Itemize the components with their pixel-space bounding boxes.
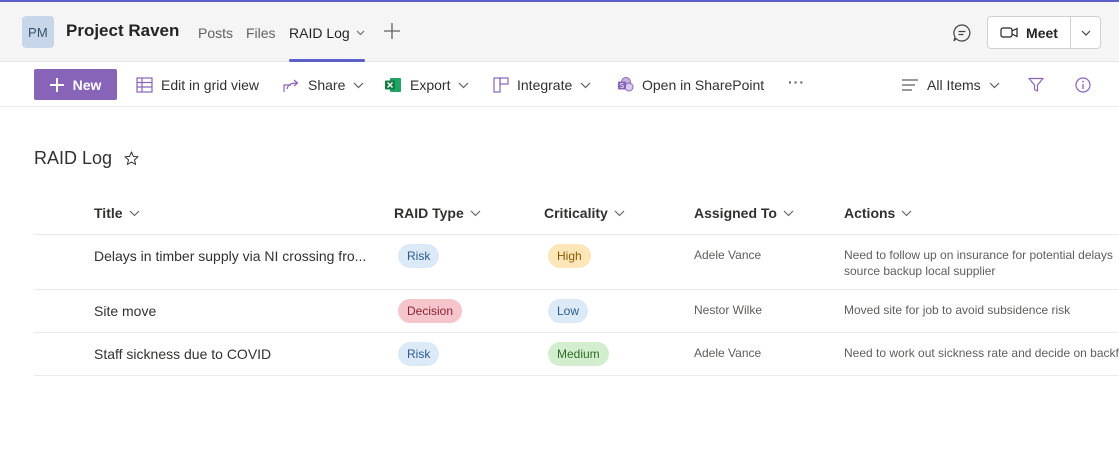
add-tab-icon[interactable] (383, 22, 401, 40)
chevron-down-icon (459, 82, 469, 88)
channel-header: PM Project Raven Posts Files RAID Log Me… (0, 2, 1119, 62)
cell-assigned-to: Nestor Wilke (694, 303, 763, 317)
export-label: Export (410, 77, 451, 93)
chevron-down-icon (580, 82, 591, 88)
cell-assigned-to: Adele Vance (694, 346, 762, 360)
cell-title[interactable]: Site move (94, 303, 156, 319)
star-icon[interactable] (124, 151, 139, 166)
chevron-down-icon (614, 210, 625, 216)
criticality-pill: Low (548, 299, 589, 323)
chevron-down-icon (989, 82, 1000, 88)
chevron-down-icon (783, 210, 794, 216)
open-sharepoint-label: Open in SharePoint (642, 77, 765, 93)
column-header-label: Assigned To (694, 205, 777, 221)
view-label: All Items (927, 77, 981, 93)
edit-grid-button[interactable]: Edit in grid view (136, 76, 259, 94)
tab-raid-log-label: RAID Log (289, 25, 350, 41)
column-header-actions[interactable]: Actions (844, 205, 912, 221)
list-title-area: RAID Log (34, 148, 139, 169)
integrate-icon (493, 77, 509, 93)
column-header-title[interactable]: Title (94, 205, 140, 221)
new-button[interactable]: New (34, 69, 117, 100)
chevron-down-icon (470, 210, 481, 216)
filter-icon[interactable] (1028, 77, 1044, 93)
info-icon[interactable] (1075, 77, 1091, 93)
new-label: New (72, 76, 102, 93)
excel-icon (385, 78, 401, 92)
column-header-raid-type[interactable]: RAID Type (394, 205, 481, 221)
cell-title[interactable]: Staff sickness due to COVID (94, 346, 271, 362)
chevron-down-icon (901, 210, 912, 216)
team-avatar[interactable]: PM (22, 16, 54, 48)
more-options-button[interactable]: ··· (788, 73, 805, 91)
chevron-down-icon (356, 30, 365, 36)
meet-button[interactable]: Meet (988, 17, 1071, 48)
grid-icon (136, 77, 153, 93)
row-divider (34, 234, 1119, 235)
meet-dropdown-button[interactable] (1071, 17, 1100, 48)
cell-actions-line-1: Need to follow up on insurance for poten… (844, 248, 1113, 262)
chevron-down-icon (129, 210, 139, 216)
criticality-pill: High (548, 244, 591, 268)
sharepoint-icon: S (618, 77, 634, 92)
share-label: Share (308, 77, 346, 93)
view-selector[interactable]: All Items (902, 76, 1000, 94)
criticality-pill: Medium (548, 342, 609, 366)
column-header-label: Title (94, 205, 123, 221)
row-divider (34, 375, 1119, 376)
column-header-label: RAID Type (394, 205, 464, 221)
raid-type-pill: Risk (398, 244, 440, 268)
edit-grid-label: Edit in grid view (161, 77, 260, 93)
tab-posts[interactable]: Posts (198, 25, 233, 41)
command-bar: New Edit in grid view Share Export Integ… (0, 63, 1119, 107)
list-view-icon (902, 79, 918, 91)
chevron-down-icon (1081, 30, 1090, 36)
column-header-label: Actions (844, 205, 896, 221)
column-header-assigned-to[interactable]: Assigned To (694, 205, 794, 221)
meet-button-group: Meet (987, 16, 1101, 49)
team-name[interactable]: Project Raven (66, 21, 179, 41)
share-button[interactable]: Share (283, 76, 364, 94)
raid-type-pill: Risk (398, 342, 440, 366)
cell-actions-line-1: Moved site for job to avoid subsidence r… (844, 303, 1071, 317)
row-divider (34, 289, 1119, 290)
cell-title[interactable]: Delays in timber supply via NI crossing … (94, 248, 366, 264)
row-divider (34, 332, 1119, 333)
cell-actions-line-1: Need to work out sickness rate and decid… (844, 346, 1119, 360)
plus-icon (49, 77, 64, 92)
share-icon (283, 79, 299, 92)
meet-label: Meet (1026, 24, 1058, 41)
column-header-label: Criticality (544, 205, 608, 221)
page-title: RAID Log (34, 148, 113, 168)
column-header-criticality[interactable]: Criticality (544, 205, 625, 221)
conversation-icon[interactable] (951, 22, 973, 44)
video-camera-icon (1000, 27, 1018, 38)
svg-text:S: S (620, 82, 625, 90)
chevron-down-icon (353, 82, 364, 88)
cell-assigned-to: Adele Vance (694, 248, 762, 262)
integrate-button[interactable]: Integrate (493, 76, 591, 94)
export-button[interactable]: Export (385, 76, 469, 94)
cell-actions-line-2: source backup local supplier (844, 264, 996, 278)
open-sharepoint-button[interactable]: S Open in SharePoint (617, 76, 764, 94)
integrate-label: Integrate (517, 77, 573, 93)
active-tab-indicator (289, 59, 365, 62)
tab-raid-log[interactable]: RAID Log (289, 25, 365, 41)
tab-files[interactable]: Files (246, 25, 276, 41)
raid-type-pill: Decision (398, 299, 463, 323)
